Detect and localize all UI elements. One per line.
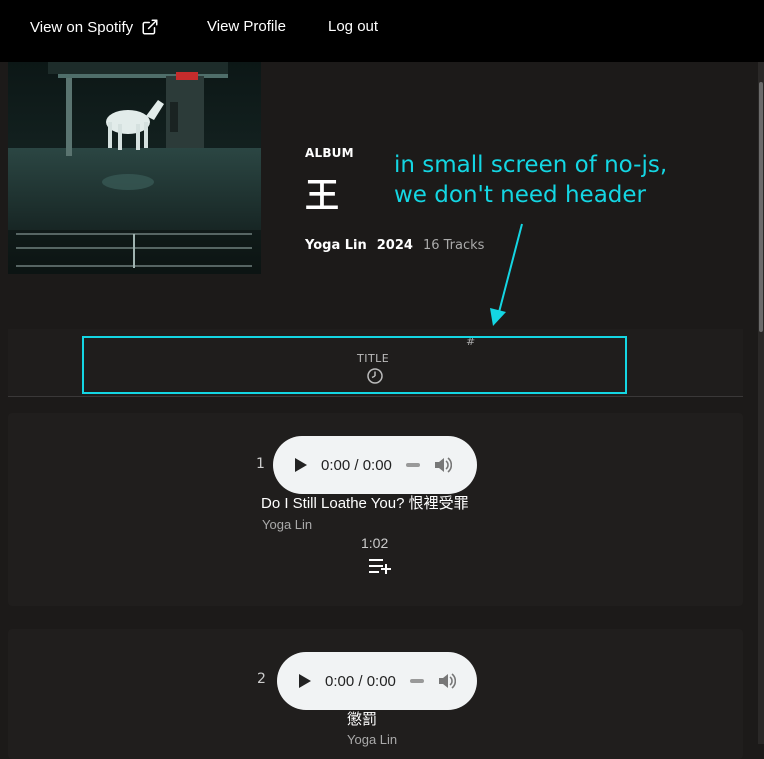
annotation-line-2: we don't need header [394,182,646,208]
seek-bar[interactable] [409,679,424,683]
volume-icon[interactable] [434,457,452,473]
view-profile-label: View Profile [207,18,286,35]
top-nav: View on Spotify View Profile Log out [0,0,764,62]
play-icon[interactable] [299,674,311,688]
track-title[interactable]: 懲罰 [347,708,377,729]
log-out-label: Log out [328,18,379,35]
track-duration: 1:02 [361,535,389,551]
album-artist: Yoga Lin [305,238,367,253]
track-artist[interactable]: Yoga Lin [347,732,397,747]
album-year: 2024 [376,238,413,253]
view-on-spotify-label: View on Spotify [30,18,134,36]
album-cover [8,62,261,274]
track-number: 2 [257,671,266,687]
log-out-link[interactable]: Log out [328,18,378,35]
player-time: 0:00 / 0:00 [325,672,396,690]
album-details: Yoga Lin 2024 16 Tracks [305,238,484,253]
add-to-queue-icon[interactable] [368,557,392,575]
annotation-line-1: in small screen of no-js, [394,152,668,178]
track-title[interactable]: Do I Still Loathe You? 恨裡受罪 [261,492,469,513]
annotation-text: in small screen of no-js, we don't need … [394,150,667,210]
track-number: 1 [256,456,265,472]
play-icon[interactable] [295,458,307,472]
volume-icon[interactable] [438,673,456,689]
album-track-count: 16 Tracks [422,238,485,253]
external-link-icon [142,19,158,35]
album-type-label: ALBUM [305,146,354,160]
album-title: 王 [305,176,339,216]
view-on-spotify-link[interactable]: View on Spotify [30,18,159,36]
annotation-highlight-box [82,336,627,394]
track-artist[interactable]: Yoga Lin [262,517,312,532]
audio-player: 0:00 / 0:00 [277,652,477,710]
album-cover-image [8,62,261,274]
scrollbar-thumb[interactable] [759,82,763,332]
seek-bar[interactable] [405,463,420,467]
album-meta: ALBUM 王 Yoga Lin 2024 16 Tracks [305,146,484,253]
annotation-arrow [490,223,523,326]
audio-player: 0:00 / 0:00 [273,436,477,494]
view-profile-link[interactable]: View Profile [207,18,286,35]
player-time: 0:00 / 0:00 [321,456,392,474]
scrollbar[interactable] [758,62,764,744]
